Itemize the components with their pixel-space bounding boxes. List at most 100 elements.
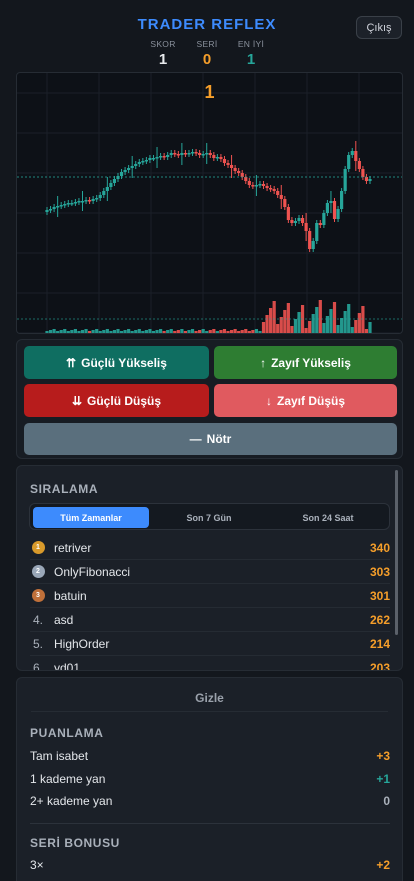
volume-bar	[219, 330, 223, 333]
volume-bar	[340, 318, 344, 333]
volume-bar	[48, 330, 53, 333]
player-score: 262	[369, 612, 390, 627]
volume-bar	[212, 329, 216, 333]
player-name: HighOrder	[54, 636, 110, 651]
volume-bar	[258, 331, 262, 333]
gold-medal-icon: 1	[30, 541, 46, 554]
candle-body	[134, 164, 138, 166]
candle-body	[308, 231, 312, 249]
hide-button[interactable]: Gizle	[31, 684, 388, 712]
tab-all-time[interactable]: Tüm Zamanlar	[33, 507, 149, 528]
candle-body	[325, 203, 330, 213]
scoring-row: 2+ kademe yan 0	[30, 794, 390, 808]
volume-bar	[251, 330, 255, 333]
candle-body	[130, 166, 134, 168]
scoring-panel: Gizle PUANLAMA Tam isabet +3 1 kademe ya…	[16, 677, 403, 881]
candle-body	[176, 154, 180, 156]
neutral-button[interactable]: — Nötr	[24, 423, 397, 455]
volume-bar	[183, 331, 188, 333]
medal-rank: 3	[31, 589, 45, 602]
scoring-row-points: +1	[376, 772, 390, 786]
candlestick-chart[interactable]: 1	[16, 72, 403, 334]
bronze-medal-icon: 3	[30, 589, 46, 602]
volume-bar	[240, 330, 244, 333]
stat-best-label: EN İYİ	[237, 39, 265, 49]
chart-canvas	[17, 73, 402, 333]
volume-bar	[276, 324, 280, 333]
header: TRADER REFLEX Çıkış SKOR 1 SERİ 0 EN İYİ…	[0, 0, 414, 72]
weak-down-button[interactable]: ↓ Zayıf Düşüş	[214, 384, 397, 417]
player-score: 203	[369, 660, 390, 671]
candle-body	[141, 161, 145, 163]
leaderboard-row: 6. yd01 203	[30, 656, 390, 671]
stat-streak: SERİ 0	[192, 39, 222, 68]
candle-body	[244, 177, 248, 181]
volume-bar	[63, 329, 67, 333]
player-name: asd	[54, 612, 74, 627]
candle-body	[229, 165, 234, 168]
volume-bar	[308, 321, 312, 333]
double-arrow-up-icon: ⇈	[66, 355, 77, 370]
trader-reflex-app: TRADER REFLEX Çıkış SKOR 1 SERİ 0 EN İYİ…	[0, 0, 414, 881]
player-name: retriver	[54, 540, 92, 555]
strong-down-button[interactable]: ⇊ Güçlü Düşüş	[24, 384, 209, 417]
candle-body	[45, 210, 49, 212]
arrow-up-icon: ↑	[260, 355, 267, 370]
silver-medal-icon: 2	[30, 565, 46, 578]
volume-bar	[119, 331, 124, 333]
candle-body	[173, 153, 177, 155]
scoring-row-label: Tam isabet	[30, 749, 89, 763]
candle-body	[240, 173, 244, 177]
volume-bar	[98, 331, 102, 333]
volume-bar	[134, 330, 138, 333]
scoring-row-label: 2+ kademe yan	[30, 794, 113, 808]
tab-last-7-days[interactable]: Son 7 Gün	[151, 507, 267, 528]
volume-bar	[187, 330, 191, 333]
weak-up-button[interactable]: ↑ Zayıf Yükseliş	[214, 346, 397, 379]
volume-bar	[84, 329, 88, 333]
answer-panel: ⇈ Güçlü Yükseliş ↑ Zayıf Yükseliş ⇊ Güçl…	[16, 339, 403, 459]
leaderboard-scrollbar[interactable]	[395, 470, 398, 635]
candle-body	[322, 213, 326, 225]
candle-body	[247, 181, 251, 185]
rank-number: 4.	[32, 612, 43, 627]
candle-body	[183, 153, 188, 155]
candle-body	[194, 152, 198, 154]
tab-last-24-hours[interactable]: Son 24 Saat	[270, 507, 386, 528]
candle-body	[105, 187, 109, 191]
candle-body	[137, 162, 141, 164]
candle-body	[283, 199, 287, 207]
volume-bar	[293, 319, 298, 333]
candle-body	[66, 203, 70, 205]
rank-number: 5.	[32, 636, 43, 651]
volume-bar	[109, 331, 113, 333]
volume-bar	[105, 329, 109, 333]
candle-body	[364, 177, 369, 181]
candle-body	[208, 153, 212, 155]
candle-body	[98, 195, 102, 198]
candle-body	[336, 209, 340, 219]
streak-bonus-title: SERİ BONUSU	[30, 836, 120, 850]
candle-body	[251, 185, 255, 187]
volume-bar	[237, 331, 241, 333]
candle-body	[158, 156, 163, 158]
volume-bar	[343, 311, 347, 333]
volume-bar	[290, 326, 294, 333]
strong-up-button[interactable]: ⇈ Güçlü Yükseliş	[24, 346, 209, 379]
volume-bar	[112, 330, 117, 333]
volume-bar	[173, 331, 177, 333]
leaderboard: SIRALAMA Tüm Zamanlar Son 7 Gün Son 24 S…	[16, 465, 403, 671]
volume-bar	[137, 329, 141, 333]
scoring-row-points: +3	[376, 749, 390, 763]
stats-bar: SKOR 1 SERİ 0 EN İYİ 1	[0, 39, 414, 68]
volume-bar	[222, 329, 227, 333]
volume-bar	[368, 322, 372, 333]
volume-bar	[226, 331, 230, 333]
candle-body	[215, 157, 219, 159]
bonus-row-label: 3×	[30, 858, 44, 872]
exit-button[interactable]: Çıkış	[356, 16, 402, 39]
volume-bar	[95, 329, 99, 333]
scoring-row: 1 kademe yan +1	[30, 772, 390, 786]
leaderboard-title: SIRALAMA	[30, 482, 99, 496]
volume-bar	[180, 329, 184, 333]
